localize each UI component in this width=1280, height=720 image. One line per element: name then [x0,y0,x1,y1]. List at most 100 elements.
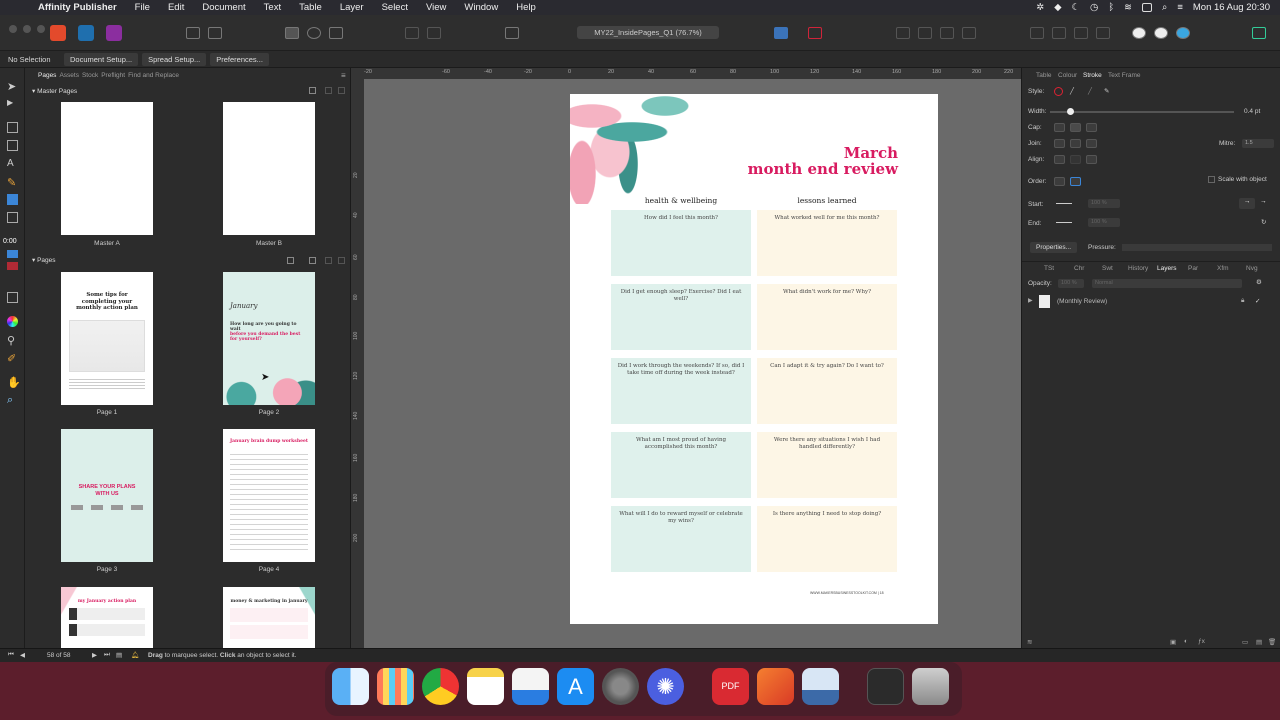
round-cap-icon[interactable] [1070,123,1081,132]
start-pct-field[interactable]: 100 % [1088,199,1120,208]
horizontal-ruler[interactable]: -20 -60 -40 -20 0 20 40 60 80 100 120 14… [364,68,1021,79]
brush-icon[interactable]: ✎ [1104,87,1109,95]
system-preferences-icon[interactable] [602,668,639,705]
prev-page-icon[interactable]: ◀ [20,651,25,659]
vertical-ruler[interactable]: 20 40 60 80 100 120 140 160 180 200 [351,68,364,648]
arrange-back-icon[interactable] [918,27,932,39]
align-center-icon[interactable] [1052,27,1066,39]
opacity-field[interactable]: 100 % [1058,279,1084,288]
keynote-icon[interactable] [512,668,549,705]
settings-gear-app-icon[interactable]: ✺ [647,668,684,705]
page-3-thumb[interactable]: SHARE YOUR PLANS WITH US [61,429,153,562]
gear-icon[interactable]: ✲ [1036,2,1044,13]
pen-tool-icon[interactable]: ✎ [7,176,18,189]
document-page[interactable]: March month end review health & wellbein… [570,94,938,624]
app-store-icon[interactable]: A [557,668,594,705]
battery-icon[interactable] [1142,3,1152,12]
menu-window[interactable]: Window [464,2,498,13]
table-tool-icon[interactable] [7,140,18,151]
designer-persona-icon[interactable] [78,25,94,41]
eye-icon[interactable] [505,27,519,39]
page-options-icon[interactable] [287,257,294,264]
view-mode-icon[interactable] [208,27,222,39]
page-view-icon[interactable]: ▤ [116,651,122,659]
pages-header[interactable]: ▾ Pages [32,256,56,264]
affinity-publisher-dock-icon[interactable] [757,668,794,705]
scale-checkbox[interactable] [1208,176,1215,183]
launchpad-icon[interactable] [377,668,414,705]
lock-icon[interactable]: 🔒︎ [1241,297,1244,305]
trash-icon[interactable] [912,668,949,705]
page-1-thumb[interactable]: Some tips for completing your monthly ac… [61,272,153,405]
group-layer-icon[interactable]: ▤ [1256,638,1262,646]
properties-button[interactable]: Properties... [1030,242,1078,253]
page-4-thumb[interactable]: January brain dump worksheet [223,429,315,562]
round-join-icon[interactable] [1070,139,1081,148]
boolean-intersect-icon[interactable] [1176,27,1190,39]
no-stroke-icon[interactable] [1054,87,1063,96]
photo-persona-icon[interactable] [106,25,122,41]
minimize-window-icon[interactable] [23,25,31,33]
clock-icon[interactable]: ◷ [1090,2,1098,13]
frame-text-tool-icon[interactable] [7,122,18,133]
zoom-window-icon[interactable] [37,25,45,33]
hand-tool-icon[interactable]: ✋ [7,376,21,389]
stroke-behind-icon[interactable] [1054,177,1065,186]
page-counter[interactable]: 58 of 58 [47,652,71,659]
duplicate-master-icon[interactable] [325,87,332,94]
pin-icon[interactable] [405,27,419,39]
tab-assets[interactable]: Assets [59,72,79,79]
align-right-icon[interactable] [1074,27,1088,39]
tab-character[interactable]: Chr [1074,265,1084,272]
end-arrow-line[interactable] [1056,222,1072,223]
tab-find-replace[interactable]: Find and Replace [128,72,179,79]
clock-text[interactable]: Mon 16 Aug 20:30 [1193,2,1270,13]
tab-table[interactable]: Table [1036,72,1052,79]
master-pages-header[interactable]: ▾ Master Pages [32,87,77,95]
add-layer-icon[interactable]: ▭ [1242,638,1248,646]
blend-mode-select[interactable]: Normal [1092,279,1242,288]
adjustment-icon[interactable]: ◐ [1184,638,1188,645]
tab-stroke[interactable]: Stroke [1083,72,1102,79]
solid-line-icon[interactable]: ╱ [1070,87,1074,95]
width-slider-track[interactable] [1050,111,1234,113]
tab-paragraph[interactable]: Par [1188,265,1198,272]
add-master-icon[interactable] [309,87,316,94]
document-setup-button[interactable]: Document Setup... [64,52,139,66]
layer-name[interactable]: (Monthly Review) [1057,298,1107,305]
menu-file[interactable]: File [135,2,150,13]
menu-table[interactable]: Table [299,2,322,13]
last-page-icon[interactable]: ⏭ [104,651,110,659]
backward-icon[interactable] [962,27,976,39]
search-icon[interactable]: ⌕ [1162,2,1167,13]
align-inside-stroke-icon[interactable] [1070,155,1081,164]
rectangle-tool-icon[interactable] [7,194,18,205]
width-value[interactable]: 0.4 pt [1244,108,1260,115]
tab-pages[interactable]: Pages [38,72,56,79]
pdf-expert-icon[interactable]: PDF [712,668,749,705]
bevel-join-icon[interactable] [1086,139,1097,148]
mitre-field[interactable]: 1.5 [1242,139,1274,148]
panel-menu-icon[interactable]: ≡ [341,71,346,80]
expand-arrow-icon[interactable]: ▶ [1028,297,1033,304]
frame-icon[interactable] [329,27,343,39]
tab-text-styles[interactable]: TSt [1044,265,1054,272]
first-page-icon[interactable]: ⏮ [8,651,14,659]
preferences-button[interactable]: Preferences... [210,52,269,66]
stroke-color-icon[interactable] [7,262,18,270]
distribute-icon[interactable] [1096,27,1110,39]
tab-layers[interactable]: Layers [1157,265,1177,272]
fill-tool-icon[interactable]: ⚲ [7,334,18,347]
publisher-persona-icon[interactable] [50,25,66,41]
screenshot-icon[interactable] [867,668,904,705]
preview-icon[interactable] [802,668,839,705]
control-center-icon[interactable]: ≡ [1177,2,1183,13]
boolean-add-icon[interactable] [1132,27,1146,39]
stroke-front-icon[interactable] [1070,177,1081,186]
layer-row[interactable]: ▶ (Monthly Review) 🔒︎ ✓ [1025,295,1277,309]
delete-master-icon[interactable] [338,87,345,94]
page-6-thumb[interactable]: money & marketing in january [223,587,315,648]
moon-icon[interactable]: ☾ [1072,2,1081,13]
delete-layer-icon[interactable]: 🗑︎ [1268,638,1276,646]
align-outside-stroke-icon[interactable] [1086,155,1097,164]
